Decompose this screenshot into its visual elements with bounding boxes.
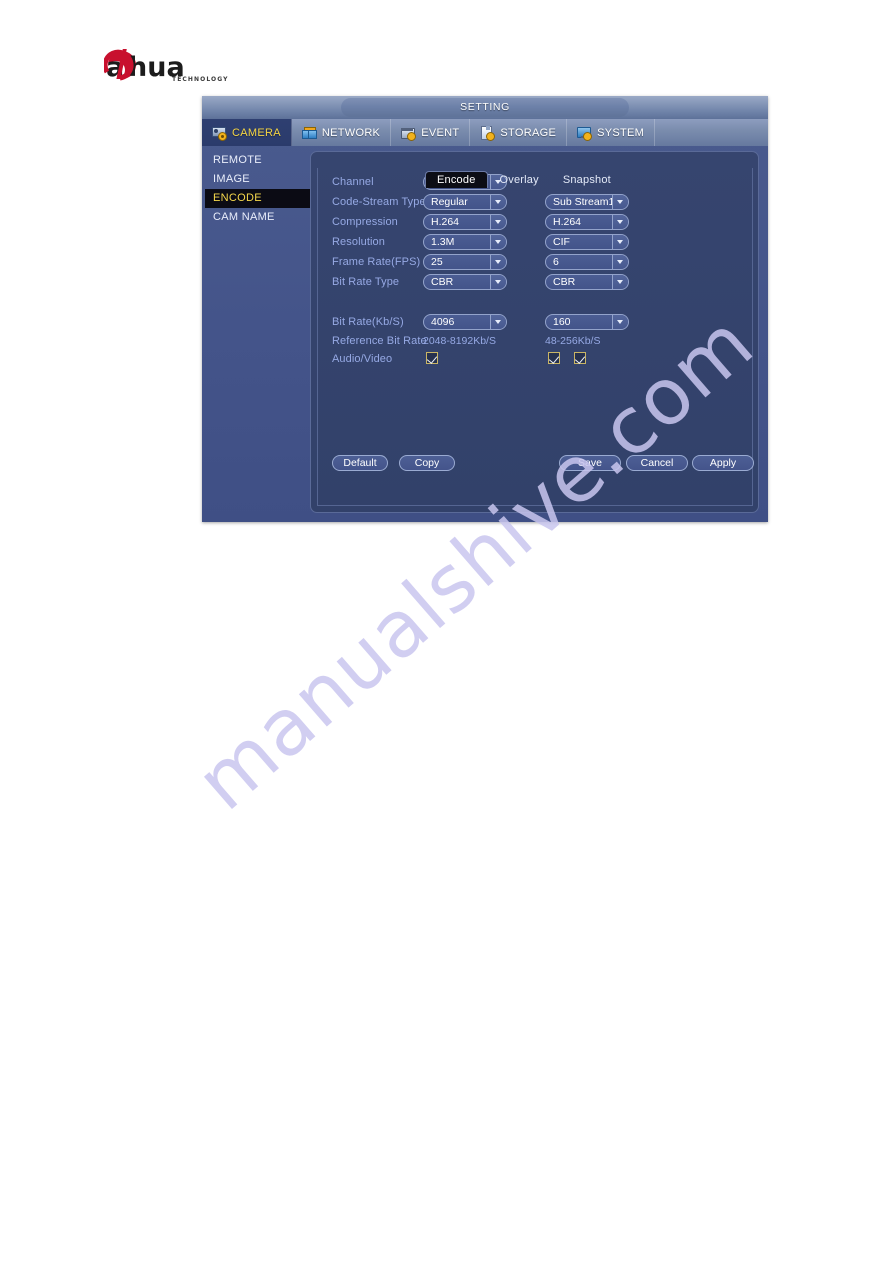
tab-system[interactable]: SYSTEM: [567, 119, 656, 146]
compression-sub-select[interactable]: H.264: [545, 214, 629, 230]
frame-rate-label: Frame Rate(FPS): [332, 256, 421, 268]
bit-rate-type-main-select[interactable]: CBR: [423, 274, 507, 290]
setting-window: SETTING CAMERA NETWORK EVENT STORAGE SYS…: [202, 96, 768, 522]
resolution-main-value: 1.3M: [431, 236, 455, 248]
sub-tab-encode-label: Encode: [437, 174, 476, 186]
code-stream-type-main-select[interactable]: Regular: [423, 194, 507, 210]
code-stream-type-sub-select[interactable]: Sub Stream1: [545, 194, 629, 210]
tab-camera[interactable]: CAMERA: [202, 119, 292, 146]
frame-rate-main-select[interactable]: 25: [423, 254, 507, 270]
chevron-down-icon[interactable]: [490, 195, 506, 209]
dialog-body: REMOTE IMAGE ENCODE CAM NAME Channel 2: [202, 146, 768, 522]
main-tab-bar: CAMERA NETWORK EVENT STORAGE SYSTEM: [202, 119, 768, 146]
tab-network[interactable]: NETWORK: [292, 119, 392, 146]
audio-video-label: Audio/Video: [332, 353, 393, 365]
sub-tab-overlay-label: Overlay: [499, 174, 539, 186]
chevron-down-icon[interactable]: [612, 195, 628, 209]
dahua-logo: a hua TECHNOLOGY: [104, 48, 294, 88]
window-title: SETTING: [341, 98, 629, 117]
sidebar-item-cam-name[interactable]: CAM NAME: [205, 208, 308, 227]
chevron-down-icon[interactable]: [612, 275, 628, 289]
frame-rate-main-value: 25: [431, 256, 443, 268]
tab-storage-label: STORAGE: [500, 126, 557, 139]
compression-main-select[interactable]: H.264: [423, 214, 507, 230]
network-icon: [301, 126, 317, 140]
bit-rate-label: Bit Rate(Kb/S): [332, 316, 404, 328]
default-button[interactable]: Default: [332, 455, 388, 471]
sidebar-item-remote[interactable]: REMOTE: [205, 151, 308, 170]
logo-tagline: TECHNOLOGY: [172, 76, 229, 83]
chevron-down-icon[interactable]: [490, 215, 506, 229]
compression-sub-value: H.264: [553, 216, 582, 228]
chevron-down-icon[interactable]: [612, 255, 628, 269]
reference-bit-rate-sub-value: 48-256Kb/S: [545, 335, 601, 347]
content-panel: Channel 2 Code-Stream Type Regular Sub S…: [310, 151, 759, 513]
channel-label: Channel: [332, 176, 374, 188]
chevron-down-icon[interactable]: [490, 255, 506, 269]
audio-video-sub-checkbox-2[interactable]: [574, 352, 586, 364]
sub-tab-snapshot-label: Snapshot: [562, 174, 611, 186]
tab-network-label: NETWORK: [321, 126, 381, 139]
chevron-down-icon[interactable]: [612, 215, 628, 229]
encode-form: Channel 2 Code-Stream Type Regular Sub S…: [311, 152, 760, 514]
sidebar: REMOTE IMAGE ENCODE CAM NAME: [205, 151, 313, 517]
bit-rate-sub-select[interactable]: 160: [545, 314, 629, 330]
resolution-main-select[interactable]: 1.3M: [423, 234, 507, 250]
system-gear-icon: [577, 126, 593, 141]
code-stream-type-sub-value: Sub Stream1: [553, 196, 612, 208]
cancel-button[interactable]: Cancel: [626, 455, 688, 471]
compression-label: Compression: [332, 216, 398, 228]
bit-rate-type-label: Bit Rate Type: [332, 276, 400, 288]
sub-tab-encode[interactable]: Encode: [425, 171, 488, 188]
sub-tab-overlay[interactable]: Overlay: [488, 171, 551, 188]
resolution-sub-value: CIF: [553, 236, 570, 248]
bit-rate-main-value: 4096: [431, 316, 455, 328]
bit-rate-type-sub-value: CBR: [553, 276, 576, 288]
window-title-bar: SETTING: [202, 96, 768, 120]
compression-main-value: H.264: [431, 216, 460, 228]
chevron-down-icon[interactable]: [490, 275, 506, 289]
sidebar-item-cam-name-label: CAM NAME: [213, 211, 275, 223]
sidebar-item-encode[interactable]: ENCODE: [205, 189, 313, 208]
sidebar-item-encode-label: ENCODE: [213, 192, 262, 204]
code-stream-type-label: Code-Stream Type: [332, 196, 426, 208]
chevron-down-icon[interactable]: [612, 315, 628, 329]
tab-storage[interactable]: STORAGE: [470, 119, 568, 146]
tab-system-label: SYSTEM: [597, 126, 645, 139]
code-stream-type-main-value: Regular: [431, 196, 468, 208]
tab-event-label: EVENT: [421, 126, 460, 139]
chevron-down-icon[interactable]: [490, 315, 506, 329]
copy-button[interactable]: Copy: [399, 455, 455, 471]
save-button[interactable]: Save: [559, 455, 621, 471]
sidebar-item-image[interactable]: IMAGE: [205, 170, 308, 189]
audio-video-main-checkbox[interactable]: [426, 352, 438, 364]
sub-tab-bar: Encode Overlay Snapshot: [425, 171, 623, 188]
bit-rate-main-select[interactable]: 4096: [423, 314, 507, 330]
frame-rate-sub-value: 6: [553, 256, 559, 268]
tab-camera-label: CAMERA: [232, 126, 281, 139]
sidebar-item-image-label: IMAGE: [213, 173, 250, 185]
chevron-down-icon[interactable]: [490, 235, 506, 249]
sidebar-item-remote-label: REMOTE: [213, 154, 262, 166]
bit-rate-type-sub-select[interactable]: CBR: [545, 274, 629, 290]
reference-bit-rate-main-value: 2048-8192Kb/S: [423, 335, 496, 347]
audio-video-sub-checkbox-1[interactable]: [548, 352, 560, 364]
storage-gear-icon: [480, 125, 496, 141]
reference-bit-rate-label: Reference Bit Rate: [332, 335, 427, 347]
resolution-sub-select[interactable]: CIF: [545, 234, 629, 250]
bit-rate-sub-value: 160: [553, 316, 571, 328]
camera-gear-icon: [212, 126, 227, 141]
apply-button[interactable]: Apply: [692, 455, 754, 471]
event-gear-icon: [401, 126, 417, 141]
tab-event[interactable]: EVENT: [391, 119, 471, 146]
sub-tab-snapshot[interactable]: Snapshot: [551, 171, 623, 188]
frame-rate-sub-select[interactable]: 6: [545, 254, 629, 270]
resolution-label: Resolution: [332, 236, 385, 248]
bit-rate-type-main-value: CBR: [431, 276, 454, 288]
chevron-down-icon[interactable]: [612, 235, 628, 249]
